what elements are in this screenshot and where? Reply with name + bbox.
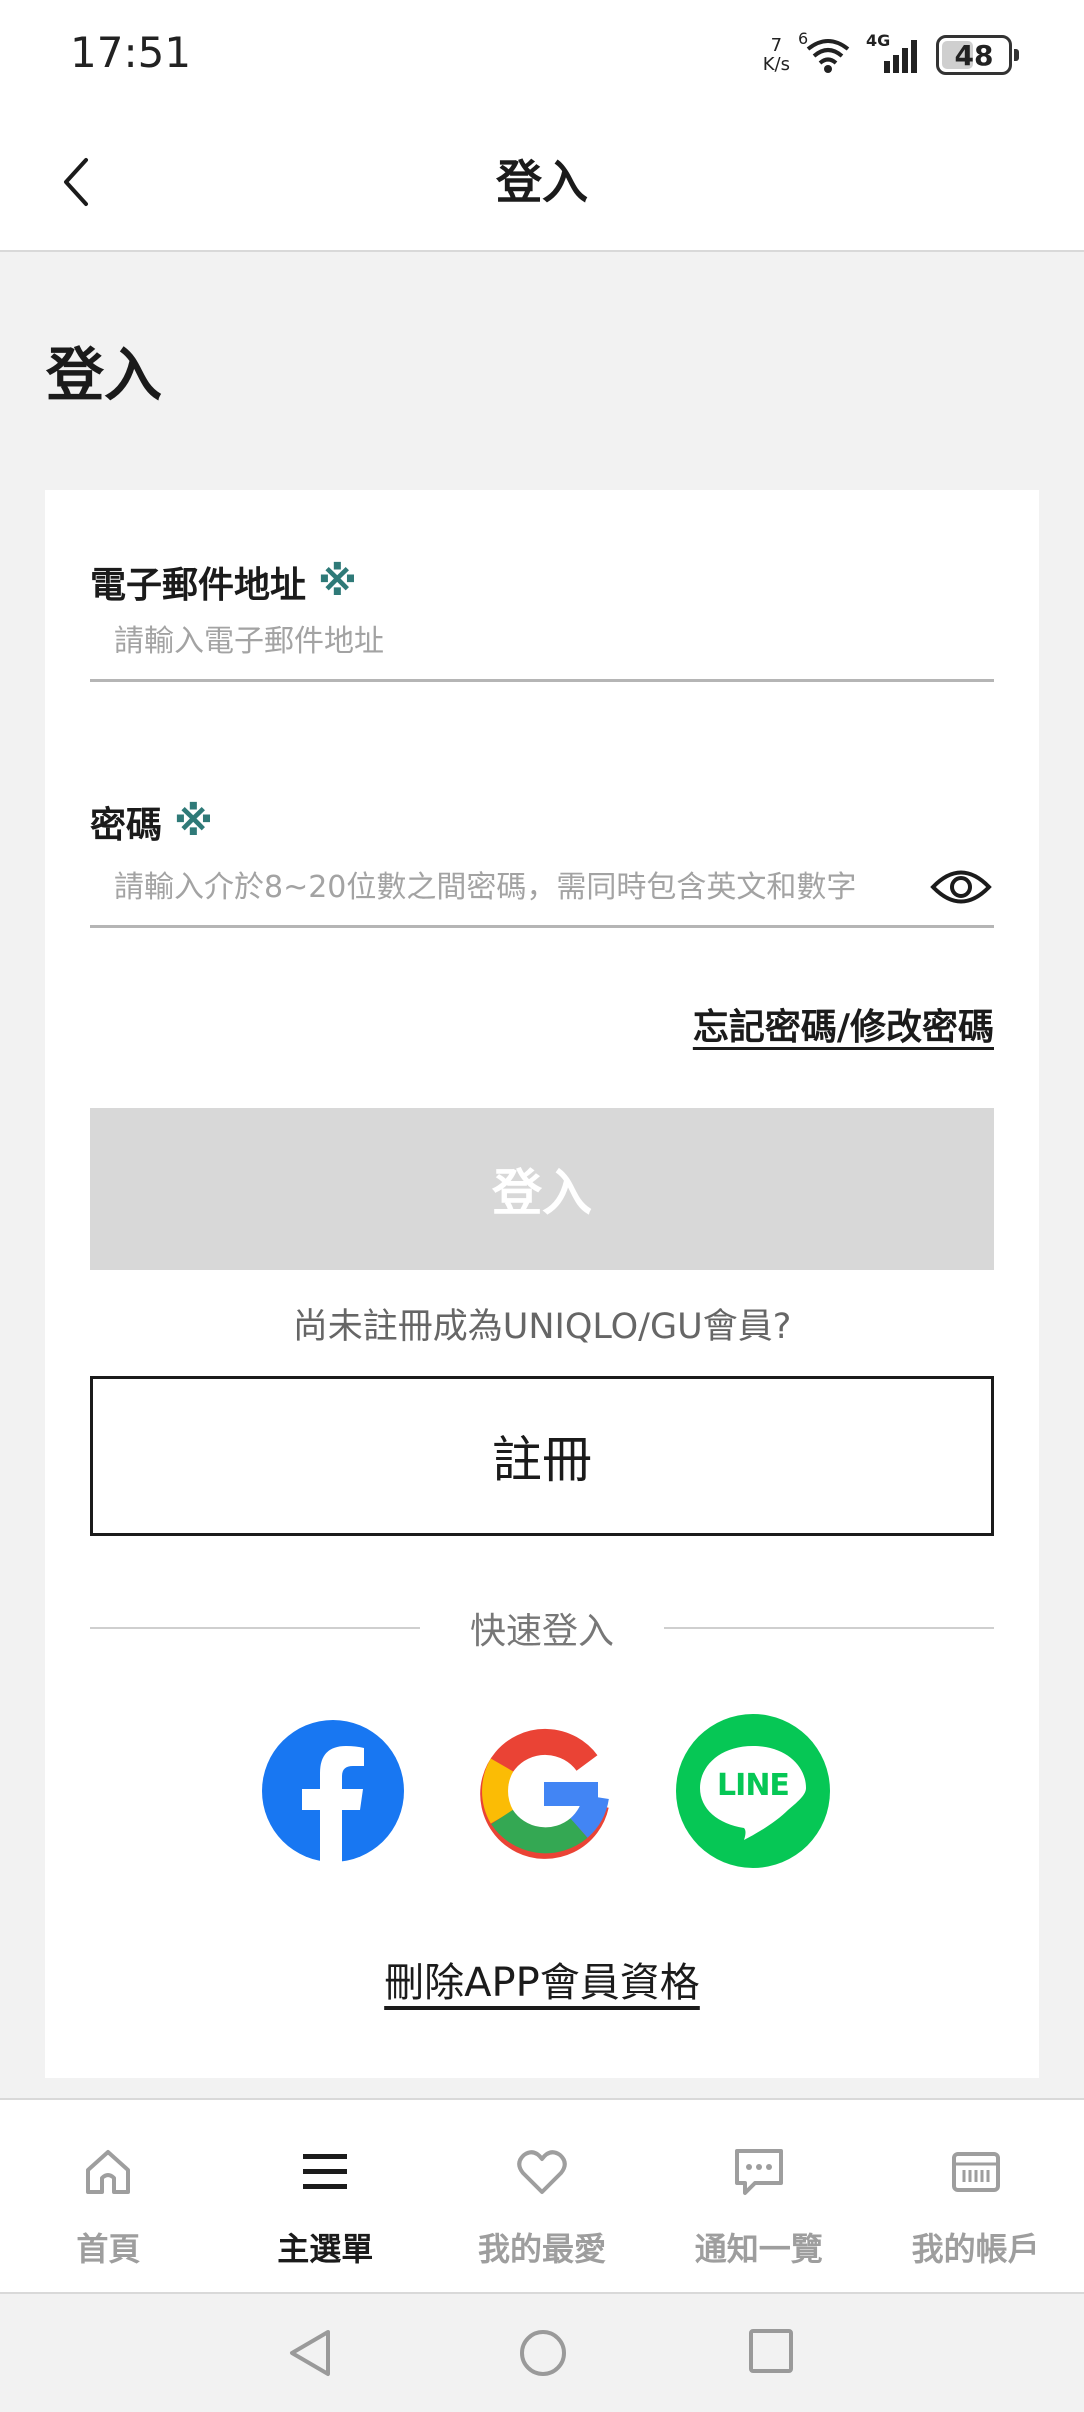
delete-membership-link-container: 刪除APP會員資格 xyxy=(45,1950,1039,2008)
email-required-mark: ※ xyxy=(318,559,357,605)
network-speed-unit: K/s xyxy=(762,54,790,75)
page-heading: 登入 xyxy=(46,341,163,409)
quick-login-divider: 快速登入 xyxy=(90,1598,995,1658)
line-login-button[interactable]: LINE xyxy=(676,1714,830,1872)
quick-login-label: 快速登入 xyxy=(470,1611,615,1652)
password-label-text: 密碼 xyxy=(90,805,163,846)
divider-line-left xyxy=(90,1627,420,1629)
heart-icon xyxy=(512,2142,572,2202)
app-bar: 登入 xyxy=(0,112,1084,252)
email-field-container xyxy=(90,604,994,682)
email-label-text: 電子郵件地址 xyxy=(90,565,307,606)
social-login-row: LINE xyxy=(45,1714,1039,1880)
email-label: 電子郵件地址 ※ xyxy=(90,556,357,608)
battery-tip xyxy=(1014,49,1019,61)
triangle-back-icon xyxy=(290,2330,330,2376)
menu-icon xyxy=(295,2142,355,2202)
square-recents-icon xyxy=(749,2329,793,2373)
show-password-button[interactable] xyxy=(930,864,992,910)
nav-item-notifications[interactable]: 通知一覽 xyxy=(650,2100,867,2292)
login-screen: 17:51 7 K/s 6 4G 48 登入 登入 電子郵件地址 ※ 請輸入電子… xyxy=(0,0,1084,2412)
status-icons: 7 K/s 6 4G 48 xyxy=(763,29,1019,80)
register-prompt: 尚未註冊成為UNIQLO/GU會員? xyxy=(292,1307,792,1347)
circle-home-icon xyxy=(520,2330,566,2376)
network-speed-value: 7 xyxy=(770,35,783,56)
status-bar: 17:51 7 K/s 6 4G 48 xyxy=(0,0,1084,112)
network-type: 4G xyxy=(866,31,891,50)
system-home-button[interactable] xyxy=(518,2328,568,2382)
password-required-mark: ※ xyxy=(174,799,213,845)
nav-label-notifications: 通知一覽 xyxy=(694,2230,823,2268)
network-speed: 7 K/s xyxy=(763,36,790,74)
nav-item-home[interactable]: 首頁 xyxy=(0,2100,217,2292)
status-time: 17:51 xyxy=(70,28,192,77)
register-button[interactable]: 註冊 xyxy=(90,1376,994,1536)
wifi-icon: 6 xyxy=(798,29,852,75)
nav-label-home: 首頁 xyxy=(76,2230,141,2268)
membership-card-icon xyxy=(946,2142,1006,2202)
bottom-navigation: 首頁 主選單 我的最愛 通知一覽 我的帳戶 xyxy=(0,2098,1084,2294)
google-icon xyxy=(480,1728,609,1859)
nav-label-main-menu: 主選單 xyxy=(277,2230,374,2268)
facebook-icon xyxy=(262,1720,404,1862)
forgot-password-link[interactable]: 忘記密碼/修改密碼 xyxy=(693,998,994,1050)
facebook-login-button[interactable] xyxy=(262,1720,404,1866)
divider-line-right xyxy=(664,1627,995,1629)
nav-item-main-menu[interactable]: 主選單 xyxy=(217,2100,434,2292)
home-icon xyxy=(78,2142,138,2202)
email-field[interactable] xyxy=(90,624,994,659)
delete-membership-link[interactable]: 刪除APP會員資格 xyxy=(384,1960,700,2006)
line-icon-text: LINE xyxy=(717,1768,790,1803)
wifi-badge: 6 xyxy=(798,29,809,48)
battery-level: 48 xyxy=(954,38,994,72)
app-bar-title: 登入 xyxy=(496,155,588,209)
password-field[interactable] xyxy=(90,870,994,905)
login-button[interactable]: 登入 xyxy=(90,1108,994,1270)
google-login-button[interactable] xyxy=(475,1722,613,1864)
system-back-button[interactable] xyxy=(286,2328,334,2382)
password-field-container xyxy=(90,850,994,928)
battery-icon: 48 xyxy=(936,35,1019,75)
nav-item-favorites[interactable]: 我的最愛 xyxy=(434,2100,651,2292)
nav-item-account[interactable]: 我的帳戶 xyxy=(867,2100,1084,2292)
nav-label-account: 我的帳戶 xyxy=(911,2230,1040,2268)
cellular-signal-icon: 4G xyxy=(866,31,922,75)
system-recents-button[interactable] xyxy=(748,2328,794,2378)
login-card: 電子郵件地址 ※ 密碼 ※ 忘記密碼/修改密碼 登入 尚未註冊成為UNIQLO/… xyxy=(45,490,1039,2078)
chat-bubble-icon xyxy=(729,2142,789,2202)
eye-icon xyxy=(930,870,992,904)
nav-label-favorites: 我的最愛 xyxy=(477,2230,606,2268)
system-navigation-bar xyxy=(0,2294,1084,2412)
password-label: 密碼 ※ xyxy=(90,796,213,848)
